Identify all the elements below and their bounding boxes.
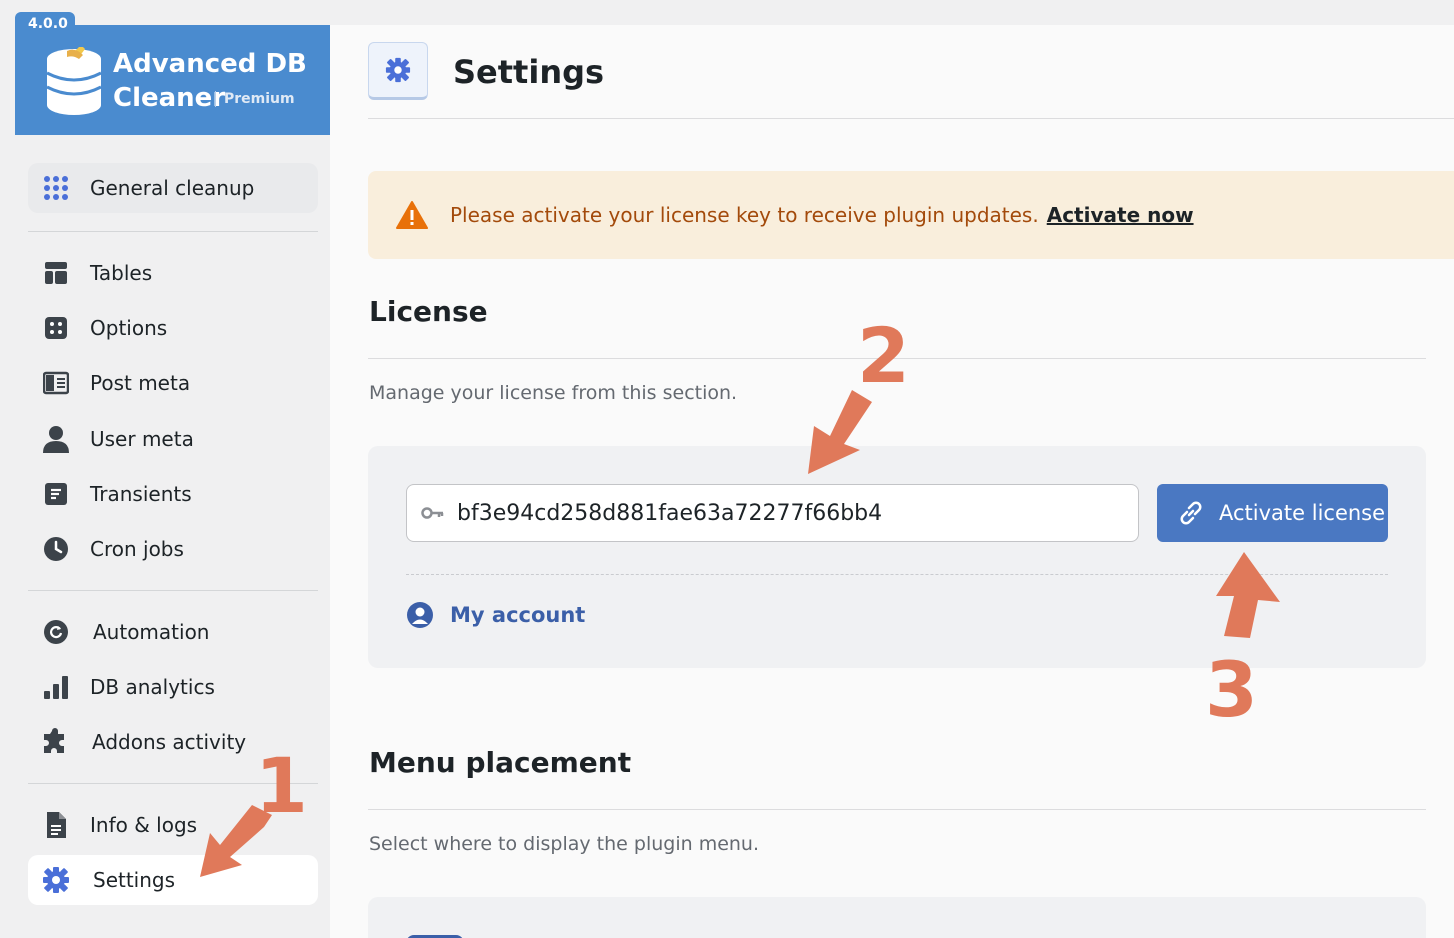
key-icon bbox=[421, 507, 444, 519]
post-layout-icon bbox=[42, 369, 70, 397]
grid-dots-icon bbox=[42, 174, 70, 202]
note-icon bbox=[42, 480, 70, 508]
version-badge: 4.0.0 bbox=[15, 12, 75, 36]
annotation-arrow-1 bbox=[200, 805, 272, 877]
sidebar-divider bbox=[28, 231, 318, 232]
bar-chart-icon bbox=[42, 673, 70, 701]
sidebar-item-db-analytics[interactable]: DB analytics bbox=[28, 662, 318, 712]
user-icon bbox=[42, 425, 70, 453]
license-notice: Please activate your license key to rece… bbox=[368, 171, 1454, 259]
my-account-link[interactable]: My account bbox=[406, 601, 585, 629]
sidebar-item-general-cleanup[interactable]: General cleanup bbox=[28, 163, 318, 213]
page-gear-icon-box bbox=[368, 42, 428, 100]
header-divider bbox=[368, 118, 1454, 119]
sidebar-item-post-meta[interactable]: Post meta bbox=[28, 358, 318, 408]
sidebar-divider bbox=[28, 590, 318, 591]
menu-placement-card bbox=[368, 897, 1426, 938]
dice-icon bbox=[42, 314, 70, 342]
annotation-arrow-2 bbox=[808, 390, 872, 474]
sidebar-item-label: Tables bbox=[90, 261, 153, 285]
edition-label: Premium bbox=[215, 91, 295, 107]
sidebar-item-label: Addons activity bbox=[92, 730, 247, 754]
sidebar-item-label: Info & logs bbox=[90, 813, 198, 837]
menu-placement-description: Select where to display the plugin menu. bbox=[369, 833, 760, 855]
brand-header: Advanced DB Cleaner Premium bbox=[15, 25, 330, 135]
menu-placement-title: Menu placement bbox=[369, 746, 632, 779]
warning-icon bbox=[396, 201, 428, 229]
sidebar-item-label: Post meta bbox=[90, 371, 191, 395]
user-circle-icon bbox=[407, 602, 433, 628]
refresh-icon bbox=[42, 618, 70, 646]
activate-license-button[interactable]: Activate license bbox=[1157, 484, 1388, 542]
menu-placement-divider bbox=[368, 809, 1426, 810]
table-icon bbox=[42, 259, 70, 287]
sidebar-item-tables[interactable]: Tables bbox=[28, 248, 318, 298]
page-title: Settings bbox=[453, 53, 605, 91]
license-key-field[interactable] bbox=[406, 484, 1139, 542]
sidebar-item-user-meta[interactable]: User meta bbox=[28, 414, 318, 464]
sidebar-item-label: Options bbox=[90, 316, 168, 340]
my-account-label: My account bbox=[450, 603, 586, 627]
puzzle-icon bbox=[42, 728, 70, 756]
license-section-title: License bbox=[369, 295, 488, 328]
clock-icon bbox=[42, 535, 70, 563]
brand-title-line1: Advanced DB bbox=[113, 49, 307, 79]
sidebar-item-cron-jobs[interactable]: Cron jobs bbox=[28, 524, 318, 574]
sidebar-item-label: Settings bbox=[93, 868, 176, 892]
license-key-input[interactable] bbox=[457, 500, 1117, 526]
sidebar-item-label: User meta bbox=[90, 427, 194, 451]
main-content: Settings Please activate your license ke… bbox=[330, 25, 1454, 938]
activate-license-label: Activate license bbox=[1219, 501, 1386, 525]
link-icon bbox=[1180, 501, 1202, 525]
sidebar-item-label: Automation bbox=[93, 620, 210, 644]
sidebar-item-label: General cleanup bbox=[90, 176, 255, 200]
license-section-description: Manage your license from this section. bbox=[369, 382, 738, 404]
annotation-number-3: 3 bbox=[1205, 645, 1258, 734]
file-icon bbox=[42, 811, 70, 839]
sidebar-item-automation[interactable]: Automation bbox=[28, 607, 318, 657]
sidebar-item-options[interactable]: Options bbox=[28, 303, 318, 353]
annotation-number-2: 2 bbox=[857, 311, 910, 400]
database-logo-icon bbox=[46, 47, 102, 115]
sidebar-item-transients[interactable]: Transients bbox=[28, 469, 318, 519]
activate-now-link[interactable]: Activate now bbox=[1047, 203, 1194, 227]
gear-icon bbox=[42, 866, 70, 894]
sidebar-item-label: DB analytics bbox=[90, 675, 215, 699]
gear-icon bbox=[385, 57, 411, 83]
notice-message: Please activate your license key to rece… bbox=[450, 203, 1039, 227]
sidebar-item-label: Transients bbox=[90, 482, 192, 506]
annotation-arrow-3 bbox=[1216, 552, 1280, 638]
sidebar-item-label: Cron jobs bbox=[90, 537, 184, 561]
